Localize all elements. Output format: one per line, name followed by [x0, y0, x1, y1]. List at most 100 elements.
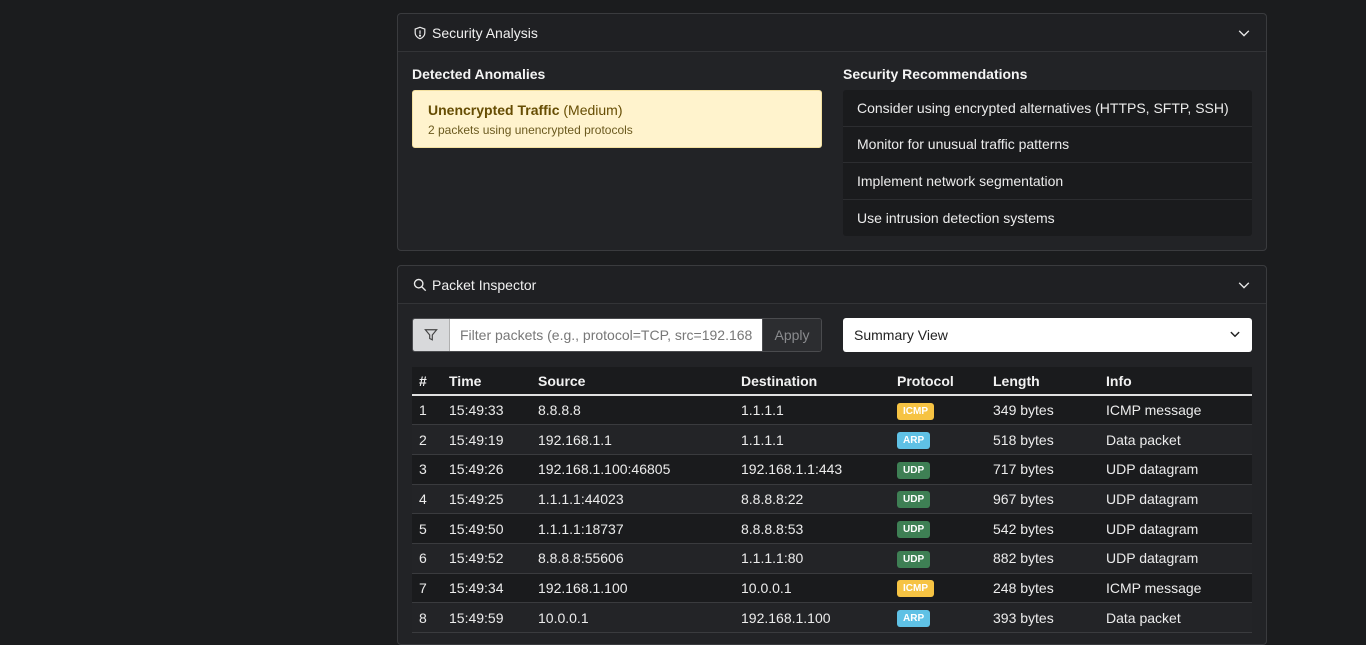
- column-header-time[interactable]: Time: [442, 367, 531, 396]
- column-header-source[interactable]: Source: [531, 367, 734, 396]
- cell-protocol: ARP: [890, 424, 986, 455]
- protocol-badge: UDP: [897, 491, 931, 509]
- recommendations-heading: Security Recommendations: [843, 66, 1028, 82]
- cell-destination: 10.0.0.1: [734, 573, 890, 604]
- cell-info: Data packet: [1099, 602, 1252, 633]
- recommendation-item: Monitor for unusual traffic patterns: [843, 127, 1252, 163]
- protocol-badge: UDP: [897, 461, 931, 479]
- protocol-badge: UDP: [897, 550, 931, 568]
- cell-info: UDP datagram: [1099, 513, 1252, 544]
- cell-destination: 8.8.8.8:53: [734, 513, 890, 544]
- cell-protocol: UDP: [890, 484, 986, 515]
- cell-destination: 1.1.1.1: [734, 395, 890, 426]
- anomalies-heading: Detected Anomalies: [412, 66, 546, 82]
- cell-destination: 192.168.1.100: [734, 602, 890, 633]
- table-row[interactable]: 6 15:49:52 8.8.8.8:55606 1.1.1.1:80 UDP 882 b…: [412, 543, 1252, 574]
- filter-icon[interactable]: [413, 319, 450, 351]
- cell-source: 8.8.8.8:55606: [531, 543, 734, 574]
- anomalies-column: Detected Anomalies Unencrypted Traffic (…: [412, 66, 822, 148]
- cell-protocol: UDP: [890, 513, 986, 544]
- table-row[interactable]: 7 15:49:34 192.168.1.100 10.0.0.1 ICMP 248 by…: [412, 573, 1252, 604]
- security-analysis-header[interactable]: Security Analysis: [398, 14, 1266, 52]
- shield-icon: [412, 25, 428, 41]
- cell-protocol: UDP: [890, 543, 986, 574]
- recommendation-item: Use intrusion detection systems: [857, 209, 1055, 226]
- chevron-down-icon: [1229, 327, 1241, 343]
- apply-button[interactable]: Apply: [762, 319, 821, 351]
- cell-number: 8: [412, 602, 442, 633]
- view-select[interactable]: Summary View: [843, 318, 1252, 352]
- cell-length: 393 bytes: [986, 602, 1099, 633]
- cell-time: 15:49:25: [442, 484, 531, 515]
- cell-time: 15:49:34: [442, 573, 531, 604]
- protocol-badge: ARP: [897, 432, 931, 450]
- anomaly-severity: (Medium): [563, 102, 623, 118]
- cell-source: 192.168.1.100:46805: [531, 454, 734, 485]
- cell-number: 7: [412, 573, 442, 604]
- protocol-badge: ARP: [897, 610, 931, 628]
- cell-info: UDP datagram: [1099, 454, 1252, 485]
- cell-length: 882 bytes: [986, 543, 1099, 574]
- cell-protocol: UDP: [890, 454, 986, 485]
- cell-number: 4: [412, 484, 442, 515]
- chevron-down-icon[interactable]: [1236, 277, 1252, 293]
- cell-source: 1.1.1.1:44023: [531, 484, 734, 515]
- cell-time: 15:49:19: [442, 424, 531, 455]
- cell-info: UDP datagram: [1099, 543, 1252, 574]
- security-analysis-card: Security Analysis Detected Anomalies Une…: [397, 13, 1267, 251]
- cell-destination: 1.1.1.1: [734, 424, 890, 455]
- cell-number: 6: [412, 543, 442, 574]
- anomaly-alert: Unencrypted Traffic (Medium) 2 packets u…: [412, 90, 822, 148]
- table-header-row: # Time Source Destination Protocol Lengt…: [412, 367, 1252, 396]
- cell-length: 518 bytes: [986, 424, 1099, 455]
- table-row[interactable]: 2 15:49:19 192.168.1.1 1.1.1.1 ARP 518 bytes D…: [412, 424, 1252, 455]
- anomaly-name: Unencrypted Traffic: [428, 102, 560, 118]
- cell-length: 717 bytes: [986, 454, 1099, 485]
- security-analysis-title: Security Analysis: [432, 24, 538, 41]
- column-header-number[interactable]: #: [412, 367, 442, 396]
- cell-number: 5: [412, 513, 442, 544]
- cell-time: 15:49:26: [442, 454, 531, 485]
- cell-source: 192.168.1.100: [531, 573, 734, 604]
- protocol-badge: ICMP: [897, 402, 934, 420]
- recommendation-item: Implement network segmentation: [843, 163, 1252, 200]
- cell-destination: 8.8.8.8:22: [734, 484, 890, 515]
- cell-length: 542 bytes: [986, 513, 1099, 544]
- column-header-protocol[interactable]: Protocol: [890, 367, 986, 396]
- cell-source: 1.1.1.1:18737: [531, 513, 734, 544]
- protocol-badge: UDP: [897, 521, 931, 539]
- cell-info: Data packet: [1099, 424, 1252, 455]
- table-row[interactable]: 8 15:49:59 10.0.0.1 192.168.1.100 ARP 393 byt…: [412, 602, 1252, 633]
- cell-info: ICMP message: [1099, 573, 1252, 604]
- cell-protocol: ARP: [890, 602, 986, 633]
- cell-protocol: ICMP: [890, 573, 986, 604]
- anomaly-title: Unencrypted Traffic (Medium): [428, 102, 806, 118]
- column-header-destination[interactable]: Destination: [734, 367, 890, 396]
- cell-number: 1: [412, 395, 442, 426]
- packet-inspector-header[interactable]: Packet Inspector: [398, 266, 1266, 304]
- table-row[interactable]: 5 15:49:50 1.1.1.1:18737 8.8.8.8:53 UDP 542 b…: [412, 513, 1252, 544]
- filter-input[interactable]: [450, 319, 762, 351]
- view-select-value: Summary View: [854, 327, 948, 343]
- chevron-down-icon[interactable]: [1236, 25, 1252, 41]
- cell-length: 248 bytes: [986, 573, 1099, 604]
- search-icon: [412, 277, 428, 293]
- table-row[interactable]: 4 15:49:25 1.1.1.1:44023 8.8.8.8:22 UDP 967 b…: [412, 484, 1252, 515]
- protocol-badge: ICMP: [897, 580, 934, 598]
- table-row[interactable]: 3 15:49:26 192.168.1.100:46805 192.168.1.1:…: [412, 454, 1252, 485]
- cell-time: 15:49:59: [442, 602, 531, 633]
- cell-length: 349 bytes: [986, 395, 1099, 426]
- cell-destination: 1.1.1.1:80: [734, 543, 890, 574]
- column-header-info[interactable]: Info: [1099, 367, 1252, 396]
- cell-info: UDP datagram: [1099, 484, 1252, 515]
- cell-source: 8.8.8.8: [531, 395, 734, 426]
- cell-protocol: ICMP: [890, 395, 986, 426]
- cell-time: 15:49:52: [442, 543, 531, 574]
- recommendations-column: Security Recommendations Consider using …: [843, 66, 1253, 236]
- cell-number: 3: [412, 454, 442, 485]
- table-row[interactable]: 1 15:49:33 8.8.8.8 1.1.1.1 ICMP 349 bytes ICMP…: [412, 395, 1252, 426]
- cell-time: 15:49:33: [442, 395, 531, 426]
- packet-table: # Time Source Destination Protocol Lengt…: [412, 367, 1252, 633]
- cell-time: 15:49:50: [442, 513, 531, 544]
- column-header-length[interactable]: Length: [986, 367, 1099, 396]
